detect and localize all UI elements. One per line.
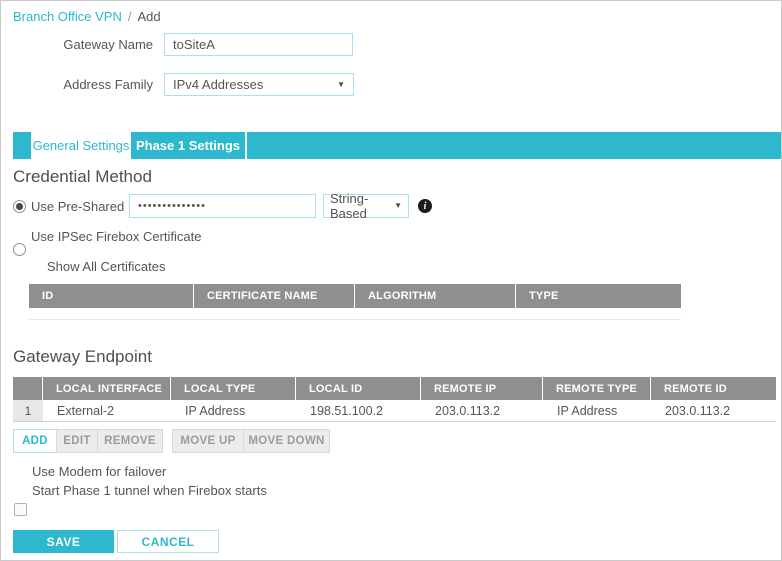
use-pre-shared-key-radio[interactable] xyxy=(13,200,26,213)
certificates-table: ID CERTIFICATE NAME ALGORITHM TYPE xyxy=(29,284,681,320)
use-ipsec-certificate-label: Use IPSec Firebox Certificate xyxy=(31,229,202,244)
gateway-endpoint-heading: Gateway Endpoint xyxy=(13,347,152,367)
address-family-label: Address Family xyxy=(13,73,153,96)
breadcrumb: Branch Office VPN / Add xyxy=(13,9,161,24)
move-up-button[interactable]: MOVE UP xyxy=(172,429,244,453)
ge-col-local-id[interactable]: LOCAL ID xyxy=(296,377,420,400)
tab-divider xyxy=(245,132,247,159)
ge-col-remote-id[interactable]: REMOTE ID xyxy=(651,377,776,400)
start-phase1-tunnel-label: Start Phase 1 tunnel when Firebox starts xyxy=(32,483,267,498)
address-family-select[interactable]: IPv4 Addresses ▼ xyxy=(164,73,354,96)
use-modem-failover-checkbox[interactable] xyxy=(14,503,27,516)
pre-shared-key-input[interactable] xyxy=(129,194,316,218)
breadcrumb-separator: / xyxy=(128,9,132,24)
use-modem-failover-label: Use Modem for failover xyxy=(32,464,166,479)
ge-cell-remote-id: 203.0.113.2 xyxy=(651,400,776,421)
endpoint-button-group: ADD EDIT REMOVE MOVE UP MOVE DOWN xyxy=(13,429,330,453)
move-down-button[interactable]: MOVE DOWN xyxy=(243,429,330,453)
edit-button[interactable]: EDIT xyxy=(56,429,98,453)
breadcrumb-link-branch-office-vpn[interactable]: Branch Office VPN xyxy=(13,9,122,24)
ge-col-local-type[interactable]: LOCAL TYPE xyxy=(171,377,295,400)
gateway-name-input[interactable] xyxy=(164,33,353,56)
cancel-button[interactable]: CANCEL xyxy=(117,530,219,553)
ge-col-remote-ip[interactable]: REMOTE IP xyxy=(421,377,542,400)
remove-button[interactable]: REMOVE xyxy=(97,429,163,453)
settings-tabbar: General Settings Phase 1 Settings xyxy=(13,132,781,159)
tab-phase1-settings[interactable]: Phase 1 Settings xyxy=(131,132,245,159)
gateway-endpoint-table: LOCAL INTERFACE LOCAL TYPE LOCAL ID REMO… xyxy=(13,377,776,422)
cert-col-algorithm[interactable]: ALGORITHM xyxy=(355,284,515,308)
cert-col-type[interactable]: TYPE xyxy=(516,284,681,308)
psk-type-value: String-Based xyxy=(330,191,394,221)
psk-type-select[interactable]: String-Based ▼ xyxy=(323,194,409,218)
address-family-value: IPv4 Addresses xyxy=(173,77,263,92)
credential-method-heading: Credential Method xyxy=(13,167,152,187)
ge-cell-local-type: IP Address xyxy=(171,400,296,421)
ge-cell-remote-ip: 203.0.113.2 xyxy=(421,400,543,421)
ge-col-local-interface[interactable]: LOCAL INTERFACE xyxy=(43,377,170,400)
gateway-name-label: Gateway Name xyxy=(13,33,153,56)
ge-col-remote-type[interactable]: REMOTE TYPE xyxy=(543,377,650,400)
chevron-down-icon: ▼ xyxy=(394,202,402,210)
certificates-table-empty-body xyxy=(29,308,681,320)
show-all-certificates-label: Show All Certificates xyxy=(47,259,166,274)
ge-row-number: 1 xyxy=(13,400,43,421)
chevron-down-icon: ▼ xyxy=(337,81,345,89)
ge-col-rownum xyxy=(13,377,42,400)
use-ipsec-certificate-radio[interactable] xyxy=(13,243,26,256)
ge-cell-remote-type: IP Address xyxy=(543,400,651,421)
gateway-endpoint-table-header: LOCAL INTERFACE LOCAL TYPE LOCAL ID REMO… xyxy=(13,377,776,400)
ge-cell-local-interface: External-2 xyxy=(43,400,171,421)
table-row[interactable]: 1 External-2 IP Address 198.51.100.2 203… xyxy=(13,400,776,422)
ge-cell-local-id: 198.51.100.2 xyxy=(296,400,421,421)
cert-col-id[interactable]: ID xyxy=(29,284,193,308)
info-icon[interactable]: i xyxy=(418,199,432,213)
certificates-table-header: ID CERTIFICATE NAME ALGORITHM TYPE xyxy=(29,284,681,308)
cert-col-name[interactable]: CERTIFICATE NAME xyxy=(194,284,354,308)
bovpn-add-page: Branch Office VPN / Add Gateway Name Add… xyxy=(0,0,782,561)
save-button[interactable]: SAVE xyxy=(13,530,114,553)
breadcrumb-current-add: Add xyxy=(138,9,161,24)
add-button[interactable]: ADD xyxy=(13,429,57,453)
tab-general-settings[interactable]: General Settings xyxy=(31,132,131,159)
